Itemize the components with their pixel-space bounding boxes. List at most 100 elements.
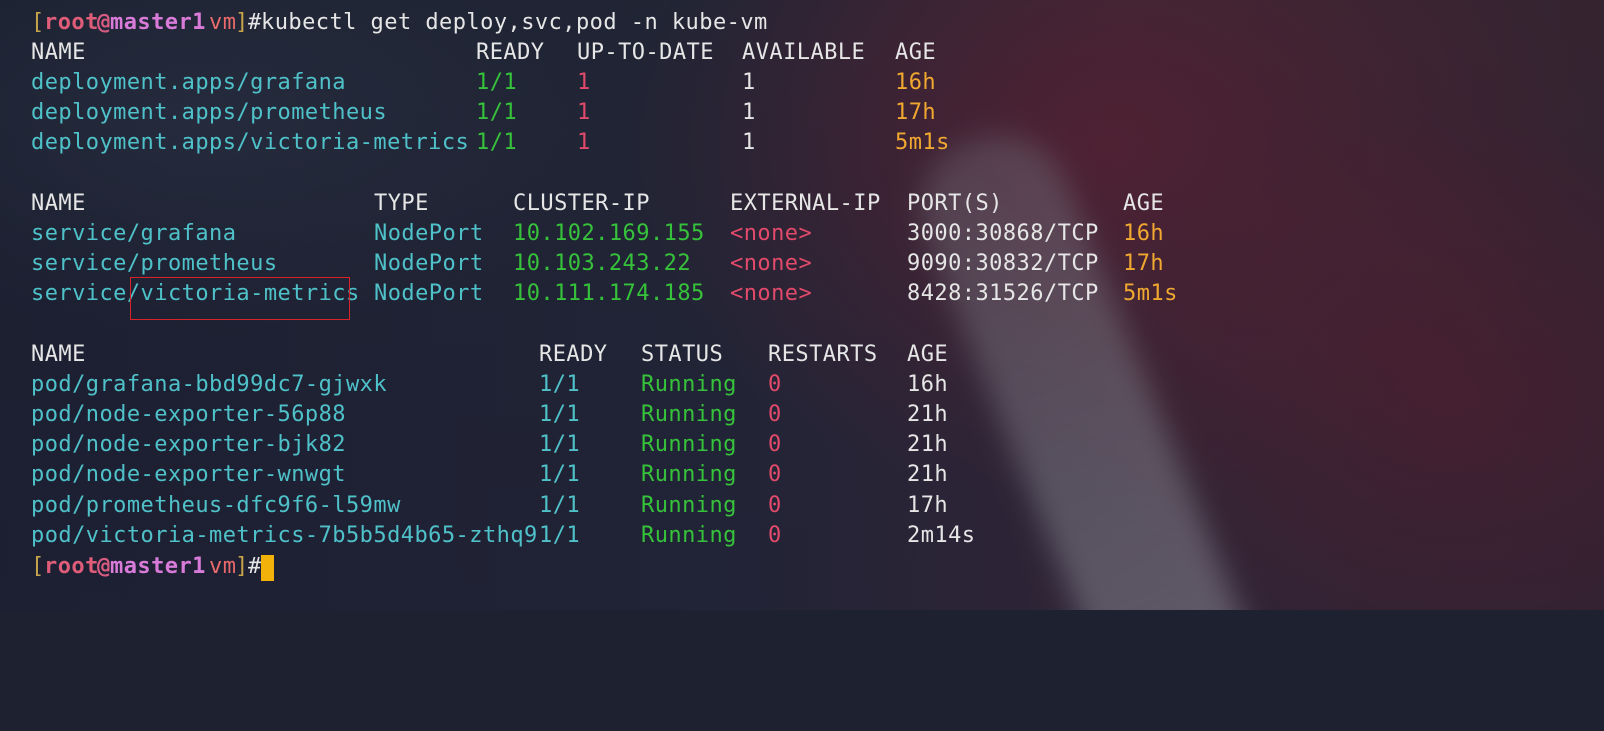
svc-ports: 3000:30868/TCP [907,221,1099,246]
pod-status: Running [641,462,737,487]
svc-name: service/grafana [31,221,237,246]
pod-ready: 1/1 [539,462,581,487]
pod-row: pod/node-exporter-wnwgt 1/1 Running 0 21… [31,460,948,490]
deploy-header-name: NAME [31,40,86,65]
pod-header-status: STATUS [641,342,724,367]
pod-age: 21h [907,402,949,427]
deploy-header-available: AVAILABLE [742,40,866,65]
prompt-dir: vm [209,10,237,35]
deploy-header-ready: READY [476,40,545,65]
deploy-name: deployment.apps/grafana [31,70,346,95]
prompt-hash: # [248,10,262,35]
svc-type: NodePort [374,251,484,276]
svc-header-name: NAME [31,191,86,216]
pod-age: 16h [907,372,949,397]
svc-header-row: NAME TYPE CLUSTER-IP EXTERNAL-IP PORT(S)… [31,189,1164,219]
svc-type: NodePort [374,281,484,306]
pod-name: pod/prometheus-dfc9f6-l59mw [31,493,401,518]
pod-status: Running [641,493,737,518]
pod-status: Running [641,372,737,397]
command-text: kubectl get deploy,svc,pod -n kube-vm [261,10,768,35]
pod-status: Running [641,432,737,457]
deploy-row: deployment.apps/victoria-metrics 1/1 1 1… [31,128,949,158]
pod-row: pod/prometheus-dfc9f6-l59mw 1/1 Running … [31,491,948,521]
pod-row: pod/node-exporter-56p88 1/1 Running 0 21… [31,400,948,430]
prompt-close-bracket: ] [235,554,249,579]
deploy-header-age: AGE [895,40,937,65]
pod-ready: 1/1 [539,432,581,457]
pod-name: pod/node-exporter-wnwgt [31,462,346,487]
pod-header-ready: READY [539,342,608,367]
pod-name: pod/victoria-metrics-7b5b5d4b65-zthq9 [31,523,538,548]
svc-cluster-ip: 10.102.169.155 [513,221,705,246]
svc-external-ip: <none> [730,251,813,276]
text-cursor[interactable] [261,555,274,581]
svc-row: service/grafana NodePort 10.102.169.155 … [31,219,1164,249]
svc-cluster-ip: 10.111.174.185 [513,281,705,306]
deploy-ready: 1/1 [476,70,518,95]
deploy-age: 5m1s [895,130,950,155]
svc-name: service/prometheus [31,251,278,276]
pod-ready: 1/1 [539,493,581,518]
pod-header-row: NAME READY STATUS RESTARTS AGE [31,340,948,370]
pod-header-restarts: RESTARTS [768,342,878,367]
prompt-host: master1 [110,10,206,35]
pod-header-name: NAME [31,342,86,367]
prompt-close-bracket: ] [235,10,249,35]
svc-cluster-ip: 10.103.243.22 [513,251,692,276]
svc-row: service/victoria-metrics NodePort 10.111… [31,279,1177,309]
pod-restarts: 0 [768,372,782,397]
deploy-age: 16h [895,70,937,95]
pod-ready: 1/1 [539,402,581,427]
svc-header-external-ip: EXTERNAL-IP [730,191,881,216]
prompt-at: @ [97,554,111,579]
prompt-open-bracket: [ [31,10,45,35]
pod-row: pod/victoria-metrics-7b5b5d4b65-zthq9 1/… [31,521,975,551]
pod-age: 2m14s [907,523,976,548]
deploy-name: deployment.apps/prometheus [31,100,388,125]
pod-name: pod/node-exporter-56p88 [31,402,346,427]
final-prompt-line[interactable]: [root @ master1 vm] # [31,552,274,582]
pod-age: 21h [907,462,949,487]
svc-external-ip: <none> [730,221,813,246]
pod-restarts: 0 [768,523,782,548]
pod-restarts: 0 [768,462,782,487]
deploy-up-to-date: 1 [577,100,591,125]
svc-header-cluster-ip: CLUSTER-IP [513,191,650,216]
svc-ports: 9090:30832/TCP [907,251,1099,276]
command-line: [root @ master1 vm] # kubectl get deploy,svc,… [31,8,767,38]
svc-age: 16h [1123,221,1165,246]
pod-ready: 1/1 [539,372,581,397]
pod-age: 17h [907,493,949,518]
svc-external-ip: <none> [730,281,813,306]
svc-age: 5m1s [1123,281,1178,306]
deploy-name: deployment.apps/victoria-metrics [31,130,470,155]
prompt-user: root [44,10,99,35]
deploy-row: deployment.apps/grafana 1/1 1 1 16h [31,68,936,98]
prompt-user: root [44,554,99,579]
deploy-age: 17h [895,100,937,125]
pod-age: 21h [907,432,949,457]
pod-status: Running [641,523,737,548]
svc-age: 17h [1123,251,1165,276]
pod-name: pod/node-exporter-bjk82 [31,432,346,457]
pod-row: pod/node-exporter-bjk82 1/1 Running 0 21… [31,430,948,460]
pod-status: Running [641,402,737,427]
terminal-window[interactable]: [root @ master1 vm] # kubectl get deploy,svc,… [0,0,1604,610]
pod-row: pod/grafana-bbd99dc7-gjwxk 1/1 Running 0… [31,370,948,400]
pod-header-age: AGE [907,342,949,367]
deploy-ready: 1/1 [476,100,518,125]
pod-name: pod/grafana-bbd99dc7-gjwxk [31,372,388,397]
svc-header-age: AGE [1123,191,1165,216]
svc-ports: 8428:31526/TCP [907,281,1099,306]
deploy-header-row: NAME READY UP-TO-DATE AVAILABLE AGE [31,38,936,68]
prompt-host: master1 [110,554,206,579]
svc-header-ports: PORT(S) [907,191,1003,216]
highlight-box [130,277,350,320]
prompt-hash: # [248,554,262,579]
svc-type: NodePort [374,221,484,246]
deploy-header-up-to-date: UP-TO-DATE [577,40,714,65]
deploy-up-to-date: 1 [577,130,591,155]
deploy-row: deployment.apps/prometheus 1/1 1 1 17h [31,98,936,128]
svc-row: service/prometheus NodePort 10.103.243.2… [31,249,1164,279]
